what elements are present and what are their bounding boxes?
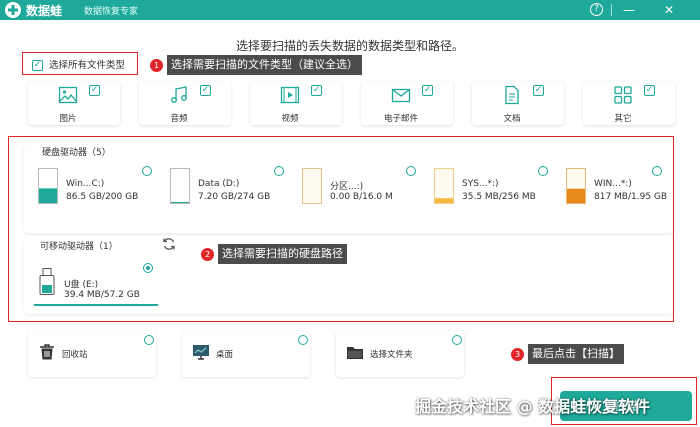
drive-icon: [434, 168, 454, 204]
annotation-number-2: 2: [201, 248, 214, 261]
drive-icon: [566, 168, 586, 204]
other-icon: [614, 86, 632, 104]
usb-drive-icon: [39, 268, 55, 295]
file-type-checkbox[interactable]: ✓: [311, 85, 322, 96]
location-label: 回收站: [62, 350, 88, 360]
drive-name: Win...C:): [66, 179, 105, 189]
removable-drives-title: 可移动驱动器（1）: [40, 242, 118, 252]
app-window: 数据蛙 数据恢复专家 ? — ✕ 选择要扫描的丢失数据的数据类型和路径。 ✓ 选…: [0, 0, 700, 427]
file-type-label: 图片: [59, 114, 77, 124]
file-type-label: 视频: [281, 114, 299, 124]
file-type-card-document[interactable]: ✓ 文档: [472, 81, 564, 125]
drive-item[interactable]: SYS...*:) 35.5 MB/256 MB: [434, 163, 556, 211]
desktop-icon: [193, 345, 209, 360]
minimize-button[interactable]: —: [620, 1, 638, 19]
usb-drive-size: 39.4 MB/57.2 GB: [64, 290, 140, 300]
watermark-text: 掘金技术社区 @ 数据蛙恢复软件: [415, 397, 651, 416]
title-bar: 数据蛙 数据恢复专家 ? — ✕: [0, 0, 700, 20]
file-type-label: 文档: [503, 114, 521, 124]
file-type-checkbox[interactable]: ✓: [644, 85, 655, 96]
location-desktop[interactable]: 桌面: [182, 331, 310, 377]
drive-icon: [170, 168, 190, 204]
drive-radio[interactable]: [142, 166, 152, 176]
video-icon: [280, 86, 300, 104]
drive-item[interactable]: WIN...*:) 817 MB/1.95 GB: [566, 163, 668, 211]
file-type-card-image[interactable]: ✓ 图片: [28, 81, 120, 125]
file-type-checkbox[interactable]: ✓: [200, 85, 211, 96]
email-icon: [391, 88, 411, 103]
drive-size: 86.5 GB/200 GB: [66, 192, 139, 202]
location-radio[interactable]: [144, 335, 154, 345]
file-type-checkbox[interactable]: ✓: [422, 85, 433, 96]
drive-item[interactable]: Win...C:) 86.5 GB/200 GB: [38, 163, 160, 211]
file-type-label: 音频: [170, 114, 188, 124]
location-radio[interactable]: [452, 335, 462, 345]
annotation-number-3: 3: [511, 348, 524, 361]
file-type-checkbox[interactable]: ✓: [89, 85, 100, 96]
titlebar-divider: [611, 4, 612, 16]
file-type-card-other[interactable]: ✓ 其它: [583, 81, 675, 125]
folder-icon: [347, 347, 363, 359]
refresh-icon[interactable]: [162, 237, 176, 251]
usb-drive-item[interactable]: U盘 (E:) 39.4 MB/57.2 GB: [34, 262, 158, 306]
app-logo-icon: [5, 2, 21, 18]
annotation-tooltip-3: 最后点击【扫描】: [528, 344, 624, 364]
drive-size: 35.5 MB/256 MB: [462, 192, 536, 202]
usb-drive-radio[interactable]: [143, 263, 153, 273]
drive-size: 817 MB/1.95 GB: [594, 192, 668, 202]
brand-name: 数据蛙: [26, 4, 63, 18]
location-radio[interactable]: [298, 335, 308, 345]
recycle-bin-icon: [40, 344, 54, 360]
usb-drive-name: U盘 (E:): [64, 280, 99, 290]
drive-radio[interactable]: [274, 166, 284, 176]
drive-icon: [38, 168, 58, 204]
drive-name: WIN...*:): [594, 179, 632, 189]
close-button[interactable]: ✕: [660, 1, 678, 19]
music-icon: [171, 86, 187, 103]
drive-item[interactable]: 分区...:) 0.00 B/16.0 M: [302, 163, 424, 211]
drive-size: 7.20 GB/274 GB: [198, 192, 271, 202]
drive-item[interactable]: Data (D:) 7.20 GB/274 GB: [170, 163, 292, 211]
file-type-card-audio[interactable]: ✓ 音频: [139, 81, 231, 125]
drive-name: 分区...:): [330, 182, 364, 192]
location-recycle-bin[interactable]: 回收站: [28, 331, 156, 377]
drive-radio[interactable]: [652, 166, 662, 176]
location-select-folder[interactable]: 选择文件夹: [336, 331, 464, 377]
drive-radio[interactable]: [538, 166, 548, 176]
image-icon: [58, 86, 78, 104]
hard-drives-title: 硬盘驱动器（5）: [42, 148, 111, 158]
file-type-label: 电子邮件: [383, 114, 418, 124]
location-label: 选择文件夹: [370, 350, 413, 360]
document-icon: [505, 85, 519, 105]
checkbox-checked-icon[interactable]: ✓: [32, 60, 43, 71]
drive-name: SYS...*:): [462, 179, 499, 189]
annotation-tooltip-2: 选择需要扫描的硬盘路径: [218, 244, 347, 264]
file-type-card-video[interactable]: ✓ 视频: [250, 81, 342, 125]
drive-name: Data (D:): [198, 179, 240, 189]
annotation-tooltip-1: 选择需要扫描的文件类型（建议全选）: [167, 55, 362, 75]
annotation-number-1: 1: [150, 59, 163, 72]
brand-subtitle: 数据恢复专家: [84, 7, 139, 17]
select-all-label: 选择所有文件类型: [49, 60, 126, 71]
file-type-card-email[interactable]: ✓ 电子邮件: [361, 81, 453, 125]
select-all-checkbox[interactable]: ✓ 选择所有文件类型: [32, 57, 125, 71]
drive-size: 0.00 B/16.0 M: [330, 192, 393, 202]
drive-icon: [302, 168, 322, 204]
file-type-checkbox[interactable]: ✓: [533, 85, 544, 96]
help-icon[interactable]: ?: [590, 3, 603, 16]
drive-radio[interactable]: [406, 166, 416, 176]
file-type-label: 其它: [614, 114, 632, 124]
location-label: 桌面: [216, 350, 234, 360]
